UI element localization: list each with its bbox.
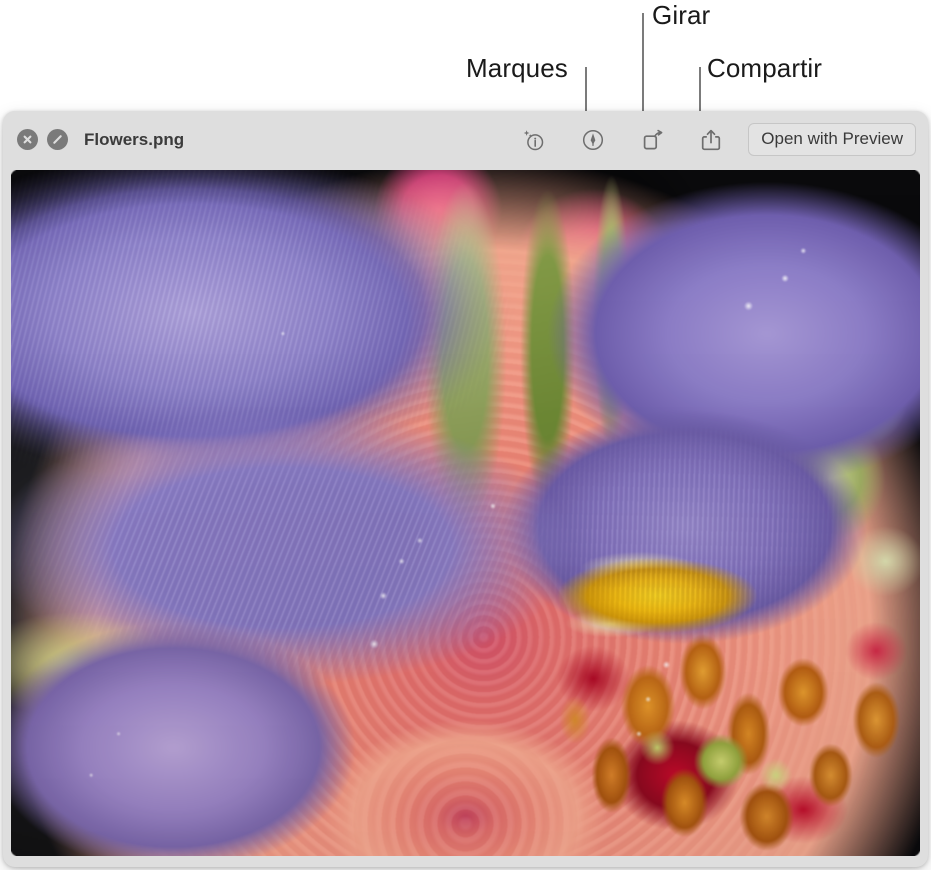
- callout-label-marques: Marques: [466, 53, 568, 84]
- close-circle-icon[interactable]: [17, 129, 38, 150]
- callout-label-girar: Girar: [652, 0, 710, 31]
- photo-layer-vignette: [11, 170, 920, 856]
- rotate-square-icon[interactable]: [639, 127, 665, 153]
- flowers-photo: [11, 170, 920, 856]
- file-name-title: Flowers.png: [84, 130, 184, 150]
- quick-look-window: Flowers.png: [3, 111, 928, 867]
- quick-look-toolbar: Flowers.png: [3, 111, 928, 168]
- share-box-arrow-up-icon[interactable]: [698, 127, 724, 153]
- sparkle-info-icon[interactable]: [521, 127, 547, 153]
- callout-label-compartir: Compartir: [707, 53, 822, 84]
- image-preview-area[interactable]: [11, 170, 920, 856]
- markup-pen-circle-icon[interactable]: [580, 127, 606, 153]
- open-with-preview-button[interactable]: Open with Preview: [748, 123, 916, 156]
- no-entry-circle-icon[interactable]: [47, 129, 68, 150]
- toolbar-left-group: Flowers.png: [17, 129, 184, 150]
- toolbar-action-group: [521, 127, 724, 153]
